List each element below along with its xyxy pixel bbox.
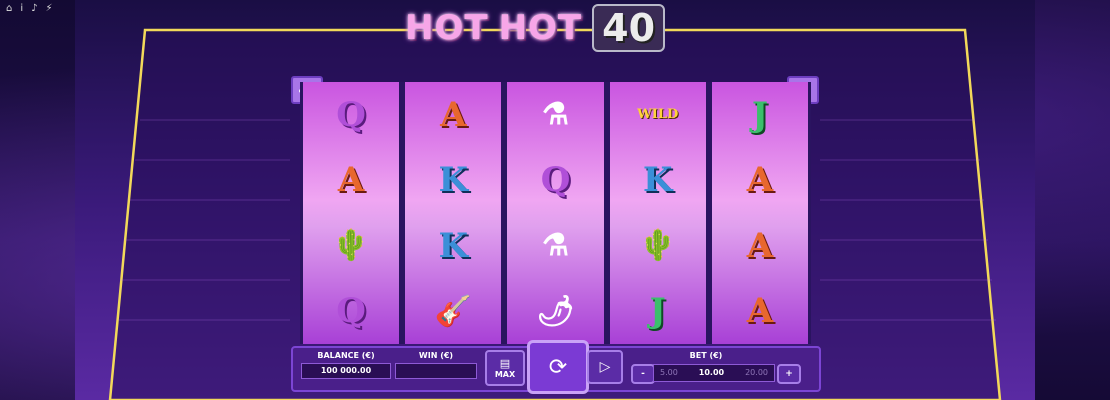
logo-number: 40 <box>592 4 666 52</box>
max-label: MAX <box>494 370 516 379</box>
balance-value: 100 000.00 <box>301 363 391 379</box>
reels-grid: Q A 🌵 Q A K K 🎸 ⚗ Q ⚗ 🌶 WILD K 🌵 J J A A A <box>300 82 811 344</box>
balance-box: BALANCE (€) 100 000.00 <box>301 348 391 379</box>
symbol-potion: ⚗ <box>542 97 569 133</box>
symbol-chili: 🌶 <box>536 293 575 329</box>
bet-decrease-button[interactable]: - <box>631 364 655 384</box>
coins-icon: ▤ <box>499 357 511 370</box>
symbol-cactus: 🌵 <box>639 228 677 264</box>
symbol-A: A <box>746 291 774 332</box>
reel-5: JAAA <box>711 82 809 344</box>
symbol-A: A <box>440 94 467 135</box>
symbol-K: K <box>438 225 469 266</box>
symbol-A: A <box>337 160 365 201</box>
symbol-cactus: 🌵 <box>332 228 370 264</box>
symbol-wild: WILD <box>637 107 679 123</box>
spin-button[interactable]: ⟳ <box>527 340 589 394</box>
bet-prev-value[interactable]: 5.00 <box>660 368 678 377</box>
win-box: WIN (€) <box>395 348 477 379</box>
bet-selector[interactable]: 5.00 10.00 20.00 <box>653 364 775 382</box>
bet-increase-button[interactable]: + <box>777 364 801 384</box>
symbol-Q: Q <box>336 94 366 135</box>
symbol-Q: Q <box>336 291 366 332</box>
symbol-guitar: 🎸 <box>434 293 472 329</box>
reel-2: A K K 🎸 <box>405 82 502 344</box>
autoplay-button[interactable]: ▷ <box>587 350 623 384</box>
reel-4: WILD K 🌵 J <box>609 82 706 344</box>
win-value <box>395 363 477 379</box>
bet-next-value[interactable]: 20.00 <box>745 368 768 377</box>
spin-icon: ⟳ <box>548 354 568 380</box>
reel-1: Q A 🌵 Q <box>303 82 400 344</box>
balance-label: BALANCE (€) <box>317 351 375 360</box>
win-label: WIN (€) <box>418 351 454 360</box>
symbol-A: A <box>746 160 774 201</box>
logo-word-1: HOT <box>405 8 489 48</box>
symbol-potion: ⚗ <box>542 228 569 264</box>
bet-label: BET (€) <box>689 351 723 360</box>
bet-current-value: 10.00 <box>698 368 725 377</box>
game-logo: HOT HOT 40 <box>405 4 705 52</box>
reel-3: ⚗ Q ⚗ 🌶 <box>507 82 604 344</box>
bet-box: BET (€) <box>636 348 776 360</box>
symbol-Q: Q <box>540 160 571 201</box>
symbol-K: K <box>438 160 469 201</box>
autoplay-icon: ▷ <box>599 359 611 375</box>
symbol-J: J <box>649 291 666 332</box>
max-bet-button[interactable]: ▤ MAX <box>485 350 525 386</box>
logo-word-2: HOT <box>498 8 583 48</box>
symbol-A: A <box>746 225 774 266</box>
symbol-K: K <box>642 160 673 201</box>
symbol-J: J <box>751 94 768 135</box>
